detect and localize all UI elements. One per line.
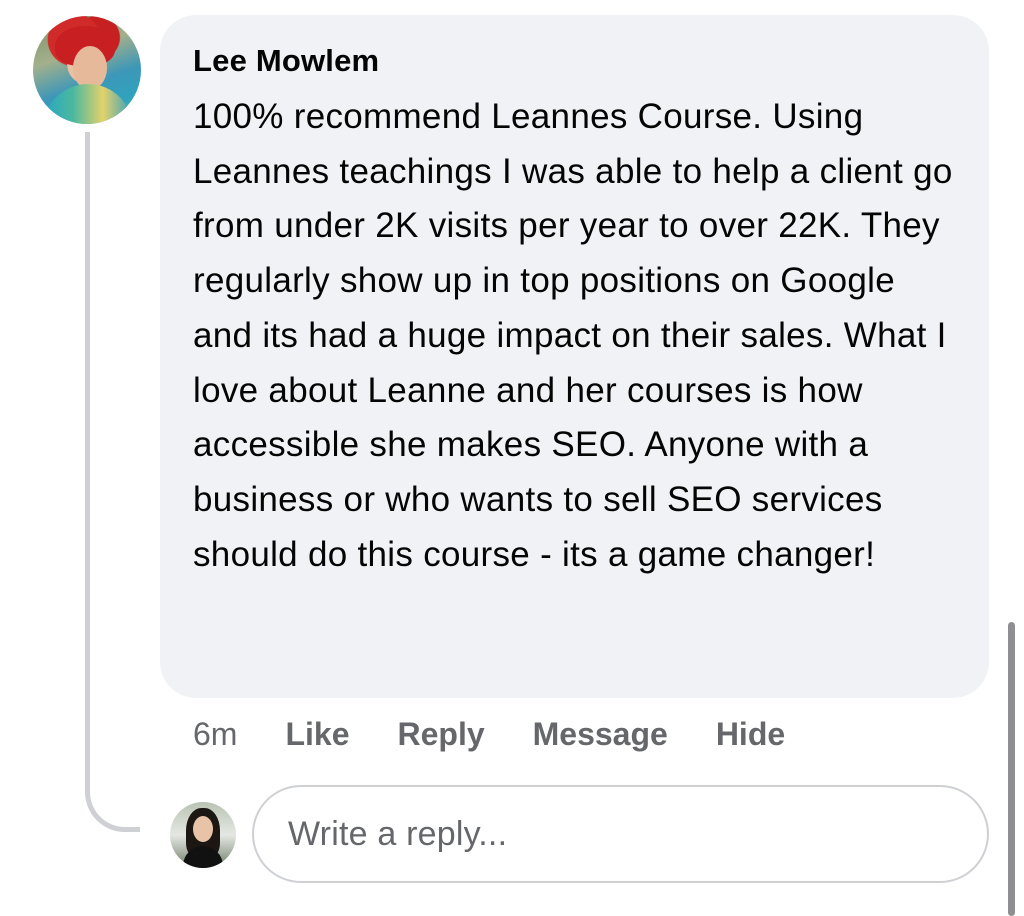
comment-timestamp[interactable]: 6m — [193, 716, 237, 753]
comment-text: 100% recommend Leannes Course. Using Lea… — [193, 97, 953, 574]
comment-actions: 6m Like Reply Message Hide — [193, 714, 833, 754]
reply-input[interactable]: Write a reply... — [252, 785, 989, 883]
avatar-shoulders — [43, 84, 133, 124]
comment-author[interactable]: Lee Mowlem — [193, 42, 956, 80]
reply-thread-line — [85, 132, 140, 832]
message-button[interactable]: Message — [533, 716, 668, 753]
current-user-avatar — [170, 802, 236, 868]
like-button[interactable]: Like — [285, 716, 349, 753]
avatar-face — [193, 816, 213, 842]
comment-bubble: Lee Mowlem 100% recommend Leannes Course… — [160, 15, 989, 698]
reply-placeholder: Write a reply... — [288, 814, 508, 853]
hide-button[interactable]: Hide — [716, 716, 785, 753]
reply-button[interactable]: Reply — [397, 716, 484, 753]
commenter-avatar[interactable] — [33, 16, 141, 124]
scrollbar[interactable] — [1008, 622, 1015, 916]
